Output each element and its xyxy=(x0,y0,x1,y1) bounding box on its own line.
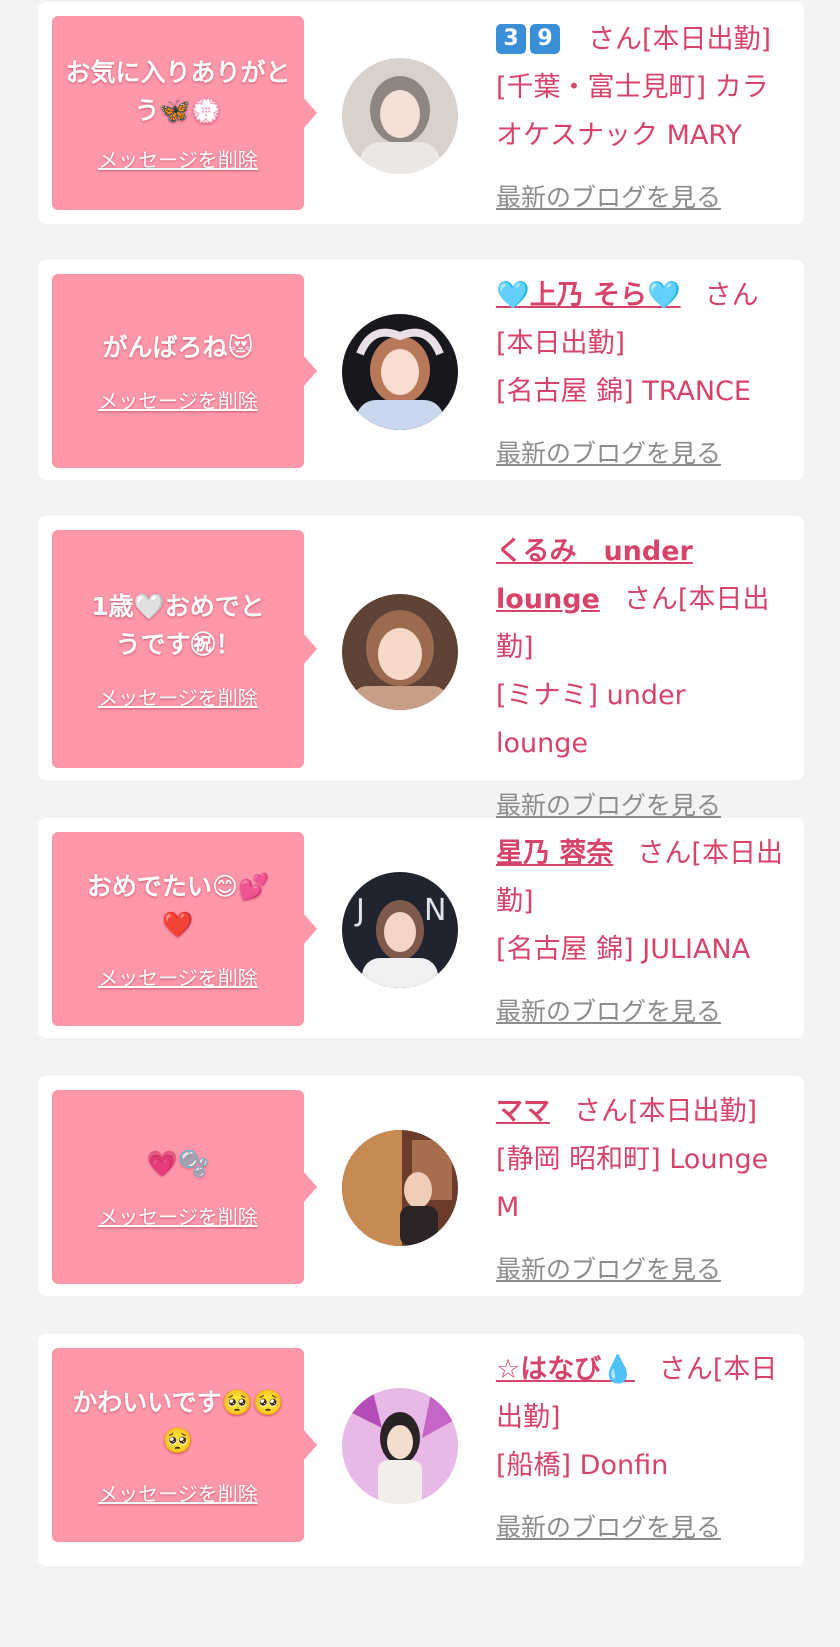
store-name: [静岡 昭和町] Lounge M xyxy=(496,1144,769,1223)
delete-message-link[interactable]: メッセージを削除 xyxy=(98,144,258,173)
store-name: [ミナミ] under lounge xyxy=(496,680,686,759)
message-bubble: かわいいです🥺🥺🥺 メッセージを削除 xyxy=(52,1348,317,1542)
latest-blog-link[interactable]: 最新のブログを見る xyxy=(496,174,786,222)
profile-info: 🩵上乃 そら🩵 さん [本日出勤] [名古屋 錦] TRANCE 最新のブログを見… xyxy=(496,272,786,478)
delete-message-link[interactable]: メッセージを削除 xyxy=(98,962,258,991)
store-name: [名古屋 錦] TRANCE xyxy=(496,376,751,407)
message-card: 💗🫧 メッセージを削除 ママ さん[本日出勤] [静岡 昭和町] Lounge M… xyxy=(38,1076,804,1296)
message-text: お気に入りありがとう🦋💮 xyxy=(65,57,291,125)
message-bubble: おめでたい😊💕❤️ メッセージを削除 xyxy=(52,832,317,1026)
name-suffix: さん[本日出勤] xyxy=(588,24,772,55)
delete-message-link[interactable]: メッセージを削除 xyxy=(98,1201,258,1230)
cast-name-link[interactable]: ママ xyxy=(496,1096,550,1127)
delete-message-link[interactable]: メッセージを削除 xyxy=(98,682,258,711)
message-bubble: 💗🫧 メッセージを削除 xyxy=(52,1090,317,1284)
store-name: [船橋] Donfin xyxy=(496,1450,669,1481)
profile-info: ☆はなび💧 さん[本日出勤] [船橋] Donfin 最新のブログを見る xyxy=(496,1346,786,1552)
cast-name-link[interactable]: ☆はなび💧 xyxy=(496,1354,635,1385)
message-bubble: 1歳🤍おめでとうです㊗！ メッセージを削除 xyxy=(52,530,317,768)
svg-text:J: J xyxy=(354,893,365,928)
latest-blog-link[interactable]: 最新のブログを見る xyxy=(496,988,786,1036)
attendance-status: [本日出勤] xyxy=(496,328,626,359)
message-card: がんばろね😻 メッセージを削除 🩵上乃 そら🩵 さん [本日出勤] [名古屋 錦]… xyxy=(38,260,804,480)
cast-name-link[interactable]: 🩵上乃 そら🩵 xyxy=(496,280,681,311)
profile-info: 星乃 蓉奈 さん[本日出勤] [名古屋 錦] JULIANA 最新のブログを見る xyxy=(496,830,786,1036)
name-suffix: さん[本日出勤] xyxy=(574,1096,758,1127)
message-card: お気に入りありがとう🦋💮 メッセージを削除 3 9 さん[本日出勤] [千葉・富士見… xyxy=(38,2,804,224)
avatar[interactable] xyxy=(342,594,458,710)
profile-info: ママ さん[本日出勤] [静岡 昭和町] Lounge M 最新のブログを見る xyxy=(496,1088,786,1294)
message-card: かわいいです🥺🥺🥺 メッセージを削除 ☆はなび💧 さん[本日出勤] [船橋] Do… xyxy=(38,1334,804,1566)
message-text: がんばろね😻 xyxy=(102,332,254,362)
delete-message-link[interactable]: メッセージを削除 xyxy=(98,385,258,414)
message-text: 1歳🤍おめでとうです㊗！ xyxy=(91,591,265,659)
store-name: [名古屋 錦] JULIANA xyxy=(496,934,751,965)
profile-info: くるみ under lounge さん[本日出勤] [ミナミ] under lou… xyxy=(496,528,786,830)
avatar[interactable] xyxy=(342,58,458,174)
message-card: 1歳🤍おめでとうです㊗！ メッセージを削除 くるみ under lounge さん… xyxy=(38,516,804,820)
avatar[interactable] xyxy=(342,1388,458,1504)
message-bubble: がんばろね😻 メッセージを削除 xyxy=(52,274,317,468)
profile-info: 3 9 さん[本日出勤] [千葉・富士見町] カラオケスナック MARY 最新のブロ… xyxy=(496,16,786,222)
avatar[interactable] xyxy=(342,314,458,430)
message-text: おめでたい😊💕❤️ xyxy=(86,871,270,939)
message-bubble: お気に入りありがとう🦋💮 メッセージを削除 xyxy=(52,16,317,210)
message-text: 💗🫧 xyxy=(146,1148,210,1178)
number-badge: 3 xyxy=(496,24,526,54)
avatar[interactable]: J N xyxy=(342,872,458,988)
delete-message-link[interactable]: メッセージを削除 xyxy=(98,1478,258,1507)
number-badge: 9 xyxy=(530,24,560,54)
name-suffix: さん xyxy=(704,280,759,311)
store-name: [千葉・富士見町] カラオケスナック MARY xyxy=(496,72,769,151)
svg-text:N: N xyxy=(424,893,446,928)
message-text: かわいいです🥺🥺🥺 xyxy=(72,1387,284,1455)
avatar[interactable] xyxy=(342,1130,458,1246)
message-card: おめでたい😊💕❤️ メッセージを削除 J N 星乃 蓉奈 さん[本日出勤] [名古… xyxy=(38,818,804,1038)
latest-blog-link[interactable]: 最新のブログを見る xyxy=(496,1504,786,1552)
latest-blog-link[interactable]: 最新のブログを見る xyxy=(496,430,786,478)
cast-name-link[interactable]: 星乃 蓉奈 xyxy=(496,838,613,869)
name-badges: 39 xyxy=(496,24,564,55)
latest-blog-link[interactable]: 最新のブログを見る xyxy=(496,1246,786,1294)
